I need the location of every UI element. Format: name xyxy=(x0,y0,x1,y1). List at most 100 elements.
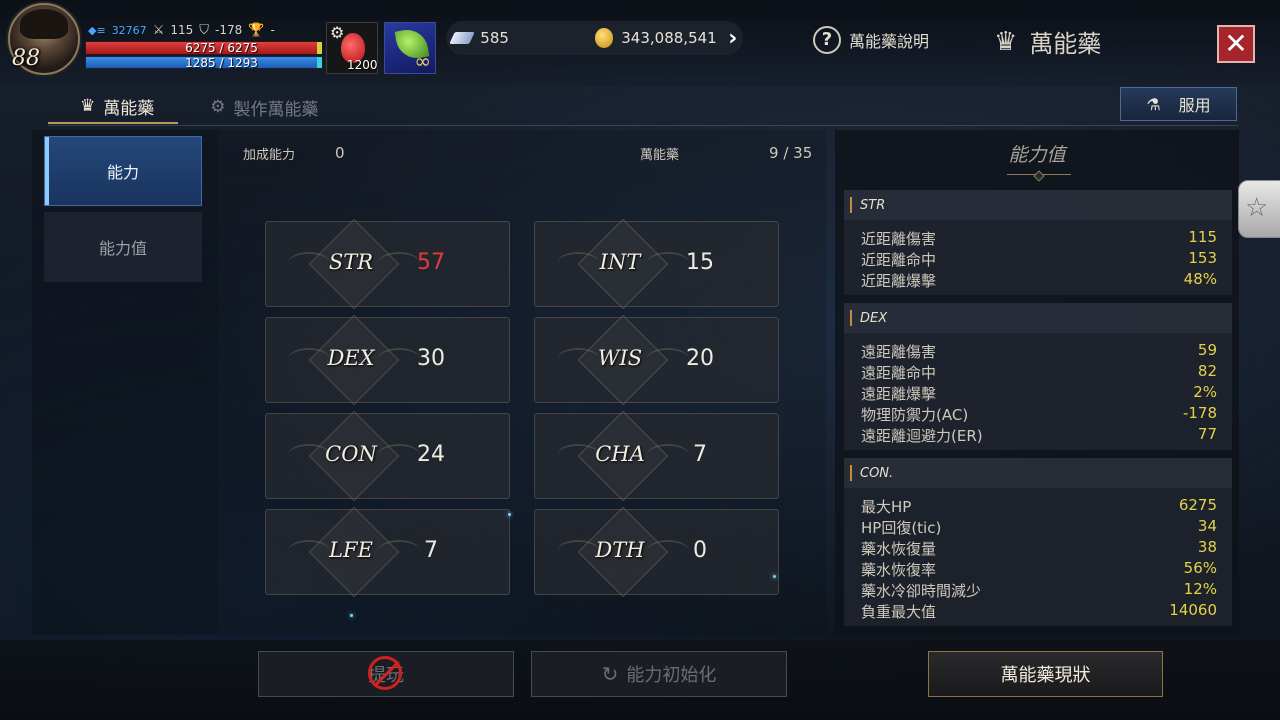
stat-row-value: 38 xyxy=(1197,538,1217,556)
panel-heading: 能力值 xyxy=(1008,144,1066,166)
crown-icon: ♛ xyxy=(994,26,1018,57)
stat-cell-con[interactable]: CON 24 xyxy=(265,410,510,502)
bonus-info: 加成能力 0 xyxy=(243,144,345,163)
tab-craft-elixir[interactable]: ⚙ 製作萬能藥 xyxy=(178,90,342,124)
stat-name: CHA xyxy=(595,442,645,466)
stat-row-label: 藥水冷卻時間減少 xyxy=(861,582,982,600)
stat-cell-int[interactable]: INT 15 xyxy=(534,218,779,310)
tab-elixir[interactable]: ♛ 萬能藥 xyxy=(48,90,179,124)
group-name: STR xyxy=(860,197,886,213)
gear-icon: ⚙ xyxy=(330,23,345,42)
stat-cell-cha[interactable]: CHA 7 xyxy=(534,410,779,502)
flask-icon: ⚗ xyxy=(1146,94,1161,114)
stat-cell-lfe[interactable]: LFE 7 xyxy=(265,506,510,598)
stat-value: 15 xyxy=(686,250,714,275)
tab-label: 萬能藥 xyxy=(103,98,155,119)
side-item-label: 能力值 xyxy=(98,239,147,258)
hp-text: 6275 / 6275 xyxy=(185,41,258,55)
side-item-ability-values[interactable]: 能力值 xyxy=(44,212,202,282)
diamond-icon xyxy=(449,32,476,44)
stat-row-label: 近距離命中 xyxy=(861,251,937,269)
diamond-value: 585 xyxy=(480,29,509,47)
side-item-ability[interactable]: 能力 xyxy=(44,136,202,206)
stat-row-label: 遠距離迴避力(ER) xyxy=(861,427,983,445)
stat-value: 0 xyxy=(693,538,707,563)
elixir-value: 9 / 35 xyxy=(769,144,813,162)
tab-bar: ♛ 萬能藥 ⚙ 製作萬能藥 xyxy=(48,88,343,126)
stat-value: 24 xyxy=(417,442,445,467)
stat-cell-wis[interactable]: WIS 20 xyxy=(534,314,779,406)
chevron-right-icon[interactable]: › xyxy=(723,26,743,51)
stat-row-label: 藥水恢復量 xyxy=(861,540,937,558)
help-label: 萬能藥說明 xyxy=(849,32,930,51)
craft-icon: ⚙ xyxy=(210,97,226,117)
gold-value: 343,088,541 xyxy=(621,29,717,47)
stat-row-value: 14060 xyxy=(1169,601,1217,619)
elixir-info: 萬能藥 9 / 35 xyxy=(640,144,812,163)
group-header: CON. xyxy=(844,458,1232,488)
stat-name: DEX xyxy=(327,346,375,370)
group-name: CON. xyxy=(860,465,894,481)
stat-row: 遠距離命中 82 xyxy=(844,362,1232,383)
take-button-label: 服用 xyxy=(1178,96,1211,115)
stat-cell-dex[interactable]: DEX 30 xyxy=(265,314,510,406)
stat-row-value: -178 xyxy=(1182,404,1217,422)
buff-slot[interactable]: ∞ xyxy=(384,22,436,74)
stat-name: WIS xyxy=(597,346,643,370)
stat-group-con: CON. 最大HP 6275 HP回復(tic) 34 藥水恢復量 38 藥水恢… xyxy=(844,458,1232,626)
potion-slot[interactable]: ⚙ 1200 xyxy=(326,22,378,74)
favorites-tab[interactable]: ☆ xyxy=(1238,180,1280,238)
stat-row: 遠距離傷害 59 xyxy=(844,341,1232,362)
stat-row-value: 77 xyxy=(1197,425,1217,443)
power-icon: ◆≡ xyxy=(88,23,106,37)
currency-bar[interactable]: 585 343,088,541 › xyxy=(446,21,743,55)
stat-row-value: 59 xyxy=(1197,341,1217,359)
power-value: 32767 xyxy=(111,23,147,37)
stat-cell-str[interactable]: STR 57 xyxy=(265,218,510,310)
stat-row-label: 遠距離命中 xyxy=(861,364,937,382)
infinity-icon: ∞ xyxy=(414,49,431,73)
player-level: 88 xyxy=(12,46,40,71)
player-stats: ◆≡ 32767 ⚔ 115 ⛉ -178 🏆 - xyxy=(88,22,275,38)
stat-name: CON xyxy=(325,442,377,466)
reset-stats-button[interactable]: ↻ 能力初始化 xyxy=(531,651,787,697)
elixir-status-button[interactable]: 萬能藥現狀 xyxy=(928,651,1163,697)
stat-name: LFE xyxy=(329,538,373,562)
stat-row: 藥水恢復率 56% xyxy=(844,559,1232,580)
take-button[interactable]: ⚗ 服用 xyxy=(1120,87,1237,121)
stat-row-value: 12% xyxy=(1183,580,1217,598)
help-button[interactable]: ? 萬能藥說明 xyxy=(813,26,929,54)
stat-values-panel: 能力值 STR 近距離傷害 115 近距離命中 153 近距離爆擊 48% DE… xyxy=(835,130,1239,635)
status-label: 萬能藥現狀 xyxy=(1000,665,1091,686)
stat-row-label: 近距離傷害 xyxy=(861,230,937,248)
stat-row-label: 藥水恢復率 xyxy=(861,561,937,579)
sparkle xyxy=(773,575,776,578)
defense-value: -178 xyxy=(215,23,243,37)
refresh-icon: ↻ xyxy=(601,662,619,686)
sparkle xyxy=(508,513,511,516)
helmet-icon: ⛉ xyxy=(199,22,210,38)
page-title: ♛ 萬能藥 xyxy=(994,24,1101,59)
stat-cell-dth[interactable]: DTH 0 xyxy=(534,506,779,598)
mp-bar: 1285 / 1293 xyxy=(85,56,322,70)
elixir-label: 萬能藥 xyxy=(640,148,680,163)
close-button[interactable]: ✕ xyxy=(1217,25,1255,63)
stat-row: 近距離命中 153 xyxy=(844,249,1232,270)
bonus-value: 0 xyxy=(335,144,345,162)
stat-row-value: 34 xyxy=(1197,517,1217,535)
stat-row-label: 遠距離爆擊 xyxy=(861,385,937,403)
side-nav: 能力 能力值 xyxy=(32,130,218,635)
stat-value: 7 xyxy=(693,442,707,467)
stat-group-dex: DEX 遠距離傷害 59 遠距離命中 82 遠距離爆擊 2% 物理防禦力(AC)… xyxy=(844,303,1232,450)
stat-name: DTH xyxy=(595,538,645,562)
tab-label: 製作萬能藥 xyxy=(233,99,319,120)
group-header: DEX xyxy=(844,303,1232,333)
stat-panel: 加成能力 0 萬能藥 9 / 35 STR 57 INT 15 DEX 30 W… xyxy=(218,130,826,635)
stat-row: 最大HP 6275 xyxy=(844,496,1232,517)
stat-row: 近距離傷害 115 xyxy=(844,228,1232,249)
stat-row: HP回復(tic) 34 xyxy=(844,517,1232,538)
mp-text: 1285 / 1293 xyxy=(185,56,258,70)
stat-value: 7 xyxy=(424,538,438,563)
potion-count: 1200 xyxy=(347,58,378,72)
stat-row: 藥水冷卻時間減少 12% xyxy=(844,580,1232,601)
